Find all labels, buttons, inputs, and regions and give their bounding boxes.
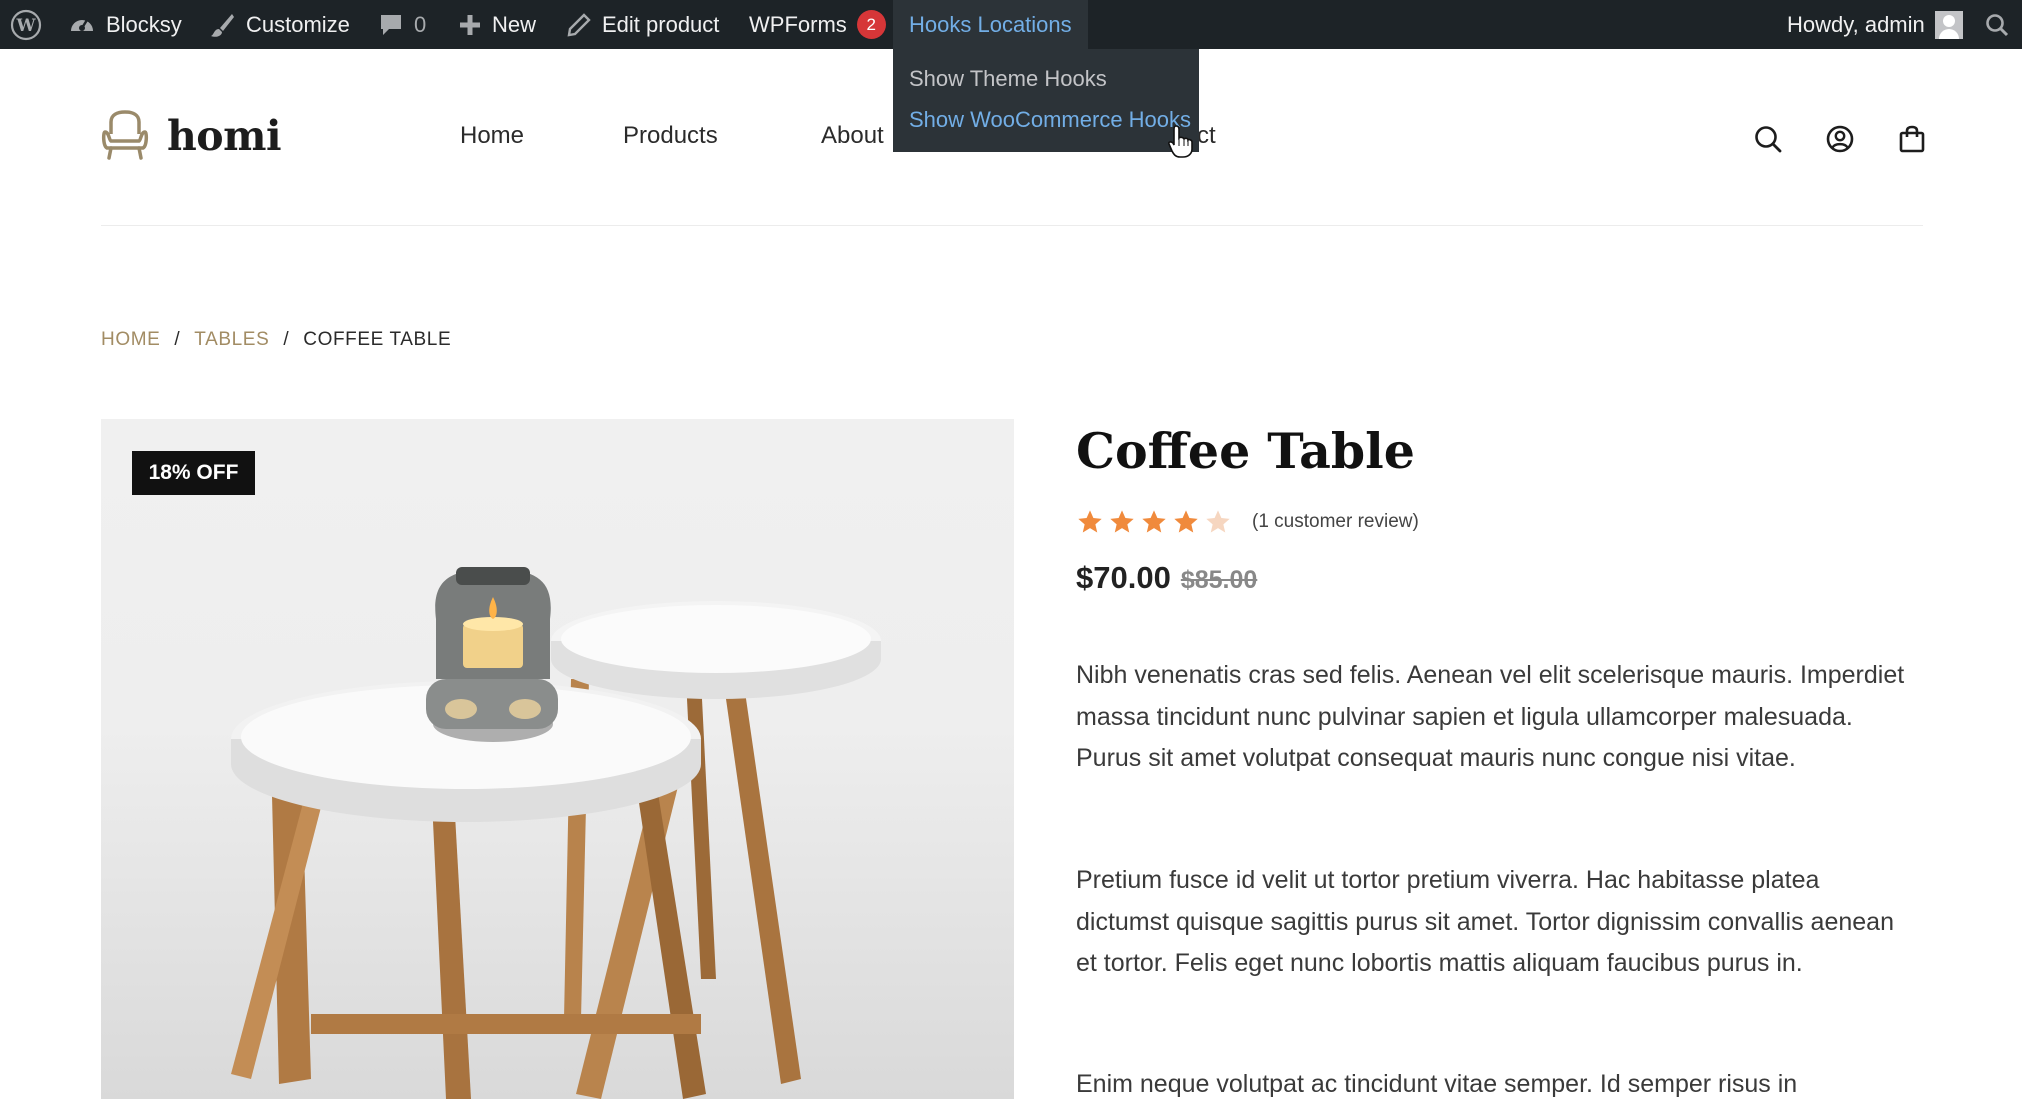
show-woocommerce-hooks-item[interactable]: Show WooCommerce Hooks: [893, 102, 1199, 143]
header-divider: [101, 225, 1923, 226]
show-theme-hooks-item[interactable]: Show Theme Hooks: [893, 61, 1199, 102]
customize-link[interactable]: Customize: [208, 0, 350, 49]
site-logo[interactable]: homi: [101, 110, 282, 162]
star-filled-icon: [1110, 510, 1134, 533]
nav-about[interactable]: About: [821, 122, 884, 150]
edit-product-link[interactable]: Edit product: [566, 0, 719, 49]
wp-admin-bar: W Blocksy Customize 0 New Edit product W…: [0, 0, 2022, 49]
hooks-locations-dropdown: Show Theme Hooks Show WooCommerce Hooks: [893, 49, 1199, 152]
star-filled-icon: [1078, 510, 1102, 533]
wpforms-notification-badge: 2: [856, 10, 886, 39]
user-avatar: [1934, 10, 1963, 39]
nav-products[interactable]: Products: [623, 122, 718, 150]
star-rating: (1 customer review): [1076, 508, 1419, 536]
wpforms-menu[interactable]: WPForms 2: [749, 0, 886, 49]
dashboard-icon: [68, 11, 96, 39]
hooks-locations-menu[interactable]: Hooks Locations: [893, 0, 1088, 49]
wpforms-label: WPForms: [749, 11, 847, 37]
howdy-label: Howdy, admin: [1787, 11, 1925, 37]
comments-count: 0: [414, 11, 427, 37]
breadcrumb-home[interactable]: HOME: [101, 329, 160, 351]
breadcrumb-separator: /: [283, 329, 290, 350]
product-description-paragraph: Nibh venenatis cras sed felis. Aenean ve…: [1076, 661, 1905, 772]
nav-home[interactable]: Home: [460, 122, 524, 150]
sale-price: $70.00: [1076, 560, 1171, 595]
coffee-table-image: [231, 567, 881, 1099]
cart-icon[interactable]: [1897, 124, 1927, 154]
edit-product-label: Edit product: [602, 11, 720, 37]
new-label: New: [492, 11, 537, 37]
comments-link[interactable]: 0: [378, 0, 426, 49]
star-filled-icon: [1142, 510, 1166, 533]
wp-logo-menu[interactable]: W: [10, 0, 42, 49]
site-name-menu[interactable]: Blocksy: [68, 0, 182, 49]
new-content-menu[interactable]: New: [458, 0, 536, 49]
product-description-paragraph: Pretium fusce id velit ut tortor pretium…: [1076, 866, 1894, 977]
pencil-icon: [566, 12, 592, 38]
account-icon[interactable]: [1825, 124, 1855, 154]
site-name-label: Blocksy: [106, 11, 182, 37]
star-filled-icon: [1174, 510, 1198, 533]
customize-label: Customize: [246, 11, 350, 37]
logo-text: homi: [167, 112, 282, 160]
sale-badge: 18% OFF: [132, 451, 255, 495]
nav-contact-partial[interactable]: ct: [1197, 122, 1216, 150]
wordpress-icon: W: [10, 9, 42, 41]
product-gallery-image[interactable]: 18% OFF: [101, 419, 1014, 1099]
breadcrumb-current: COFFEE TABLE: [303, 329, 452, 350]
admin-search[interactable]: [1984, 0, 2010, 49]
customer-review-link[interactable]: (1 customer review): [1252, 511, 1419, 533]
product-title: Coffee Table: [1076, 422, 1415, 480]
brush-icon: [208, 11, 236, 39]
star-empty-icon: [1206, 510, 1230, 533]
svg-text:W: W: [15, 16, 36, 36]
breadcrumb-separator: /: [174, 329, 181, 350]
plus-icon: [458, 13, 482, 37]
breadcrumb-tables[interactable]: TABLES: [194, 329, 269, 351]
regular-price: $85.00: [1180, 566, 1258, 594]
product-description-paragraph: Enim neque volutpat ac tincidunt vitae s…: [1076, 1070, 1798, 1098]
breadcrumb: HOME / TABLES / COFFEE TABLE: [101, 329, 451, 351]
hooks-locations-label: Hooks Locations: [909, 11, 1072, 37]
comment-icon: [378, 12, 404, 38]
armchair-logo-icon: [101, 110, 149, 160]
my-account-menu[interactable]: Howdy, admin: [1787, 0, 1963, 49]
hand-cursor-icon: [1168, 125, 1193, 158]
search-icon[interactable]: [1753, 124, 1783, 154]
search-icon: [1984, 12, 2010, 38]
product-price: $70.00 $85.00: [1076, 560, 1257, 596]
